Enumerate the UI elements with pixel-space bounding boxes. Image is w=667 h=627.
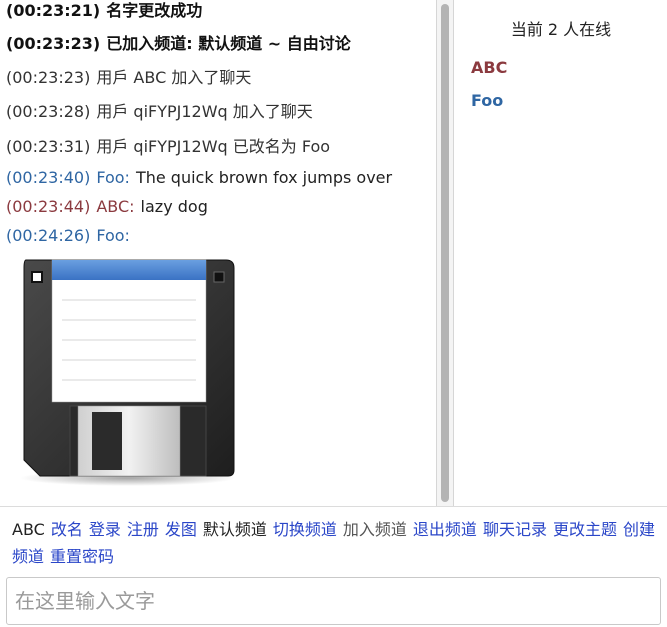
menu-join-channel[interactable]: 加入频道	[343, 520, 407, 539]
message-text: The quick brown fox jumps over	[135, 168, 393, 187]
menu-leave-channel[interactable]: 退出频道	[413, 520, 477, 539]
chat-log: (00:23:21) 名字更改成功 (00:23:23) 已加入频道: 默认频道 ~…	[0, 0, 436, 506]
message-timestamp: (00:24:26)	[6, 226, 91, 245]
online-user[interactable]: Foo	[471, 91, 503, 110]
message-row: (00:23:28) 用戶 qiFYPJ12Wq 加入了聊天	[6, 101, 313, 123]
message-text: 已加入频道: 默认频道 ~ 自由讨论	[106, 34, 351, 53]
message-timestamp: (00:23:31)	[6, 137, 91, 156]
message-timestamp: (00:23:44)	[6, 197, 91, 216]
menu-register[interactable]: 注册	[127, 520, 159, 539]
message-text: lazy dog	[140, 197, 208, 216]
menu-change-theme[interactable]: 更改主题	[553, 520, 617, 539]
floppy-disk-icon[interactable]	[16, 256, 240, 486]
menu-reset-password[interactable]: 重置密码	[50, 547, 114, 566]
message-timestamp: (00:23:40)	[6, 168, 91, 187]
message-timestamp: (00:23:28)	[6, 102, 91, 121]
message-user: Foo:	[96, 226, 130, 245]
message-timestamp: (00:23:23)	[6, 68, 91, 87]
message-user: ABC:	[96, 197, 135, 216]
message-row: (00:23:23) 已加入频道: 默认频道 ~ 自由讨论	[6, 33, 351, 55]
online-users-panel: 当前 2 人在线 ABC Foo	[455, 0, 667, 506]
message-text: 名字更改成功	[106, 1, 203, 20]
message-row: (00:23:31) 用戶 qiFYPJ12Wq 已改名为 Foo	[6, 136, 330, 158]
message-row: (00:23:21) 名字更改成功	[6, 0, 202, 22]
menu-rename[interactable]: 改名	[51, 520, 83, 539]
divider	[0, 506, 667, 507]
message-timestamp: (00:23:23)	[6, 34, 101, 53]
message-row: (00:24:26) Foo:	[6, 225, 136, 247]
chat-scrollbar[interactable]	[436, 0, 454, 506]
online-count: 当前 2 人在线	[510, 20, 612, 39]
menu-login[interactable]: 登录	[89, 520, 121, 539]
message-user: Foo:	[96, 168, 130, 187]
message-row: (00:23:44) ABC: lazy dog	[6, 196, 208, 218]
message-row: (00:23:40) Foo: The quick brown fox jumps …	[6, 167, 392, 189]
online-user[interactable]: ABC	[471, 58, 507, 77]
message-input[interactable]	[6, 577, 661, 625]
menu-bar: ABC 改名 登录 注册 发图 默认频道 切换频道 加入频道 退出频道 聊天记录 更改主题 创建频道重…	[12, 516, 658, 570]
menu-switch-channel[interactable]: 切换频道	[273, 520, 337, 539]
message-text: 用戶 qiFYPJ12Wq 已改名为 Foo	[96, 137, 331, 156]
menu-chat-history[interactable]: 聊天记录	[483, 520, 547, 539]
scrollbar-thumb[interactable]	[441, 4, 449, 502]
message-text: 用戶 qiFYPJ12Wq 加入了聊天	[96, 102, 313, 121]
current-user-label: ABC	[12, 520, 45, 539]
menu-post-image[interactable]: 发图	[165, 520, 197, 539]
message-row: (00:23:23) 用戶 ABC 加入了聊天	[6, 67, 251, 89]
message-timestamp: (00:23:21)	[6, 1, 101, 20]
chat-app: (00:23:21) 名字更改成功 (00:23:23) 已加入频道: 默认频道 ~…	[0, 0, 667, 627]
menu-current-channel: 默认频道	[202, 520, 267, 539]
message-text: 用戶 ABC 加入了聊天	[96, 68, 252, 87]
